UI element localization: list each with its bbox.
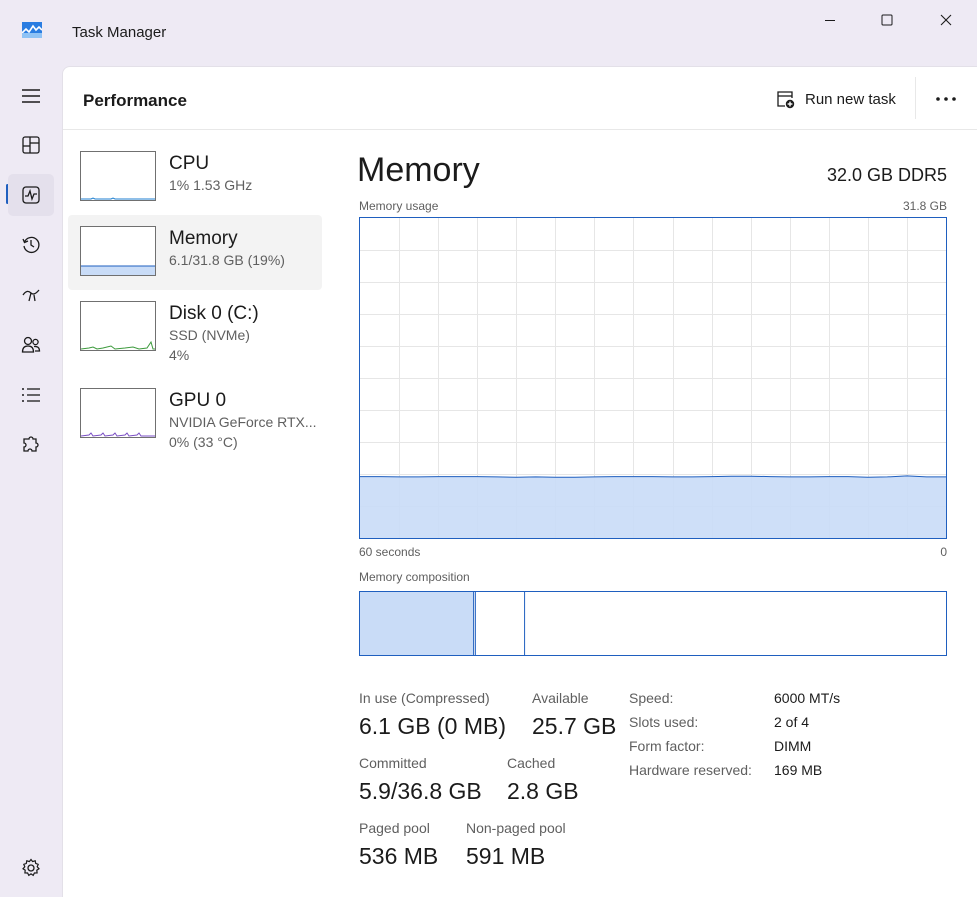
composition-in-use-segment bbox=[360, 592, 474, 655]
committed-label: Committed bbox=[359, 755, 427, 771]
nav-app-history[interactable] bbox=[8, 224, 54, 266]
cached-value: 2.8 GB bbox=[507, 778, 579, 804]
header-divider bbox=[915, 77, 916, 119]
resource-item-disk[interactable]: Disk 0 (C:) SSD (NVMe) 4% bbox=[68, 290, 322, 365]
run-new-task-button[interactable]: Run new task bbox=[775, 86, 896, 112]
available-value: 25.7 GB bbox=[532, 713, 617, 739]
graph-time-end: 0 bbox=[940, 545, 947, 559]
nav-startup-apps[interactable] bbox=[8, 274, 54, 316]
hardware-reserved-label: Hardware reserved: bbox=[629, 762, 752, 778]
minimize-icon bbox=[825, 20, 835, 21]
nav-menu-button[interactable] bbox=[8, 75, 54, 117]
hamburger-icon bbox=[22, 89, 40, 103]
services-puzzle-icon bbox=[23, 436, 39, 452]
nav-processes[interactable] bbox=[8, 124, 54, 166]
resource-item-memory[interactable]: Memory 6.1/31.8 GB (19%) bbox=[68, 215, 322, 290]
graph-time-start: 60 seconds bbox=[359, 545, 421, 559]
more-ellipsis-icon bbox=[936, 97, 956, 101]
committed-value: 5.9/36.8 GB bbox=[359, 778, 482, 804]
gear-icon bbox=[22, 858, 40, 877]
close-icon bbox=[940, 14, 952, 26]
disk-thumbnail-graph bbox=[80, 301, 156, 351]
nav-users[interactable] bbox=[8, 324, 54, 366]
speed-label: Speed: bbox=[629, 690, 674, 706]
resource-name: GPU 0 bbox=[169, 390, 227, 411]
performance-icon bbox=[22, 186, 40, 204]
more-options-button[interactable] bbox=[929, 85, 963, 113]
resource-detail-secondary: 0% (33 °C) bbox=[169, 434, 238, 450]
resource-detail-secondary: 4% bbox=[169, 347, 190, 363]
cached-label: Cached bbox=[507, 755, 556, 771]
page-title: Performance bbox=[83, 91, 187, 110]
resource-name: CPU bbox=[169, 153, 210, 174]
memory-usage-line bbox=[360, 475, 946, 478]
users-icon bbox=[21, 336, 41, 353]
maximize-button[interactable] bbox=[864, 6, 910, 34]
maximize-icon bbox=[881, 14, 893, 26]
nav-settings[interactable] bbox=[8, 847, 54, 889]
resource-detail: 1% 1.53 GHz bbox=[169, 177, 253, 193]
nav-performance[interactable] bbox=[8, 174, 54, 216]
run-new-task-icon bbox=[777, 91, 795, 109]
paged-pool-label: Paged pool bbox=[359, 820, 430, 836]
memory-usage-label: Memory usage bbox=[359, 199, 439, 213]
hardware-reserved-value: 169 MB bbox=[774, 762, 823, 778]
slots-used-value: 2 of 4 bbox=[774, 714, 810, 730]
task-manager-app-icon bbox=[22, 22, 42, 38]
details-list-icon bbox=[22, 388, 40, 402]
memory-usage-graph bbox=[359, 217, 947, 539]
nav-services[interactable] bbox=[8, 424, 54, 466]
in-use-label: In use (Compressed) bbox=[359, 690, 490, 706]
gpu-thumbnail-graph bbox=[80, 388, 156, 438]
resource-item-gpu[interactable]: GPU 0 NVIDIA GeForce RTX... 0% (33 °C) bbox=[68, 377, 322, 452]
resource-item-cpu[interactable]: CPU 1% 1.53 GHz bbox=[68, 140, 322, 215]
main-panel: Performance Run new task CPU 1% 1.53 GHz… bbox=[62, 66, 977, 897]
memory-usage-area bbox=[360, 475, 946, 538]
memory-spec: 32.0 GB DDR5 bbox=[826, 165, 947, 185]
resource-name: Memory bbox=[169, 228, 238, 249]
in-use-value: 6.1 GB (0 MB) bbox=[359, 713, 506, 739]
resource-detail: 6.1/31.8 GB (19%) bbox=[169, 252, 285, 268]
processes-icon bbox=[22, 136, 40, 154]
title-bar: Task Manager bbox=[0, 0, 977, 64]
memory-composition-label: Memory composition bbox=[359, 570, 470, 584]
nav-details[interactable] bbox=[8, 374, 54, 416]
resource-detail: SSD (NVMe) bbox=[169, 327, 250, 343]
form-factor-value: DIMM bbox=[774, 738, 812, 754]
non-paged-pool-label: Non-paged pool bbox=[466, 820, 566, 836]
speed-value: 6000 MT/s bbox=[774, 690, 841, 706]
page-header: Performance Run new task bbox=[63, 67, 977, 130]
close-button[interactable] bbox=[923, 6, 969, 34]
history-icon bbox=[22, 236, 40, 254]
detail-title: Memory bbox=[357, 151, 480, 189]
resource-detail: NVIDIA GeForce RTX... bbox=[169, 414, 317, 430]
available-label: Available bbox=[532, 690, 589, 706]
form-factor-label: Form factor: bbox=[629, 738, 705, 754]
non-paged-pool-value: 591 MB bbox=[466, 843, 546, 869]
memory-usage-max: 31.8 GB bbox=[902, 199, 947, 213]
paged-pool-value: 536 MB bbox=[359, 843, 439, 869]
cpu-thumbnail-graph bbox=[80, 151, 156, 201]
memory-thumbnail-graph bbox=[80, 226, 156, 276]
minimize-button[interactable] bbox=[807, 6, 853, 34]
memory-composition-bar bbox=[359, 591, 947, 656]
slots-used-label: Slots used: bbox=[629, 714, 699, 730]
run-new-task-label: Run new task bbox=[805, 90, 896, 108]
resource-name: Disk 0 (C:) bbox=[169, 303, 259, 324]
startup-icon bbox=[22, 289, 40, 302]
window-title: Task Manager bbox=[72, 24, 167, 41]
